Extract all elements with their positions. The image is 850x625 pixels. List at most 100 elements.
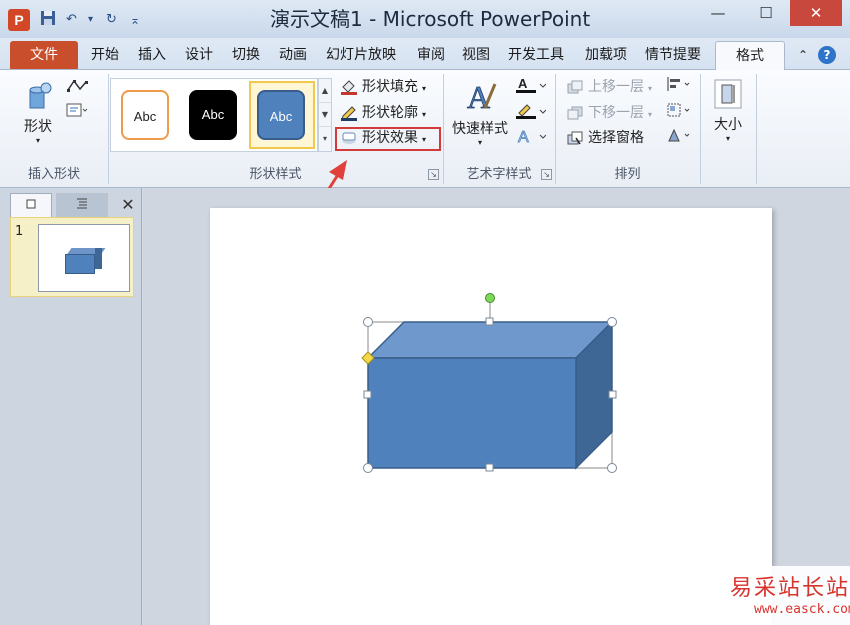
panel-tabs: ✕	[10, 193, 140, 217]
shapes-dropdown-icon: ▾	[35, 136, 40, 145]
arrange-group-label: 排列	[614, 167, 641, 182]
group-objects-icon	[667, 103, 690, 117]
tab-review[interactable]: 审阅	[417, 44, 445, 66]
resize-handle-top[interactable]	[485, 317, 494, 326]
rotation-handle[interactable]	[485, 293, 495, 303]
shape-outline-button[interactable]: 形状轮廓 ▾	[340, 102, 426, 124]
selection-pane-label: 选择窗格	[588, 130, 644, 146]
text-outline-button[interactable]	[516, 102, 547, 124]
minimize-ribbon-icon[interactable]: ⌃	[794, 46, 812, 64]
undo-icon[interactable]: ↶	[66, 10, 77, 30]
tab-transitions[interactable]: 切换	[232, 44, 260, 66]
thumb-cube-side	[95, 248, 102, 269]
pencil-outline-icon	[341, 106, 357, 121]
align-icon	[667, 77, 690, 91]
resize-handle-bottom-left[interactable]	[363, 463, 373, 473]
title-bar: P ↶ ▾ ↻ ⌅ 演示文稿1 - Microsoft PowerPoint —…	[0, 0, 850, 38]
slide-thumbnail-selected[interactable]: 1	[10, 217, 134, 297]
tab-design[interactable]: 设计	[185, 44, 213, 66]
help-icon[interactable]: ?	[818, 46, 836, 64]
send-backward-icon	[567, 106, 583, 120]
tab-format[interactable]: 格式	[715, 41, 785, 71]
tab-insert[interactable]: 插入	[138, 44, 166, 66]
size-dropdown-icon: ▾	[725, 134, 730, 143]
svg-text:A: A	[467, 79, 490, 114]
bring-forward-button[interactable]: 上移一层 ▾	[566, 76, 652, 98]
size-button[interactable]: 大小 ▾	[708, 78, 748, 143]
shapes-button[interactable]: 形状 ▾	[18, 80, 58, 145]
shape-fill-button[interactable]: 形状填充 ▾	[340, 76, 426, 98]
send-backward-button[interactable]: 下移一层 ▾	[566, 102, 652, 124]
resize-handle-bottom-right[interactable]	[607, 463, 617, 473]
tab-addins[interactable]: 加载项	[585, 44, 627, 66]
window-title: 演示文稿1 - Microsoft PowerPoint	[270, 7, 591, 31]
resize-handle-right[interactable]	[608, 390, 617, 399]
slides-view-icon	[26, 199, 36, 209]
slides-panel: ✕ 1	[0, 188, 142, 625]
resize-handle-top-right[interactable]	[607, 317, 617, 327]
tab-view[interactable]: 视图	[462, 44, 490, 66]
paint-bucket-icon	[341, 80, 357, 95]
save-icon[interactable]	[40, 10, 56, 30]
customize-qat-icon[interactable]: ⌅	[130, 10, 140, 30]
powerpoint-app-icon[interactable]: P	[8, 9, 30, 31]
outline-view-icon	[77, 198, 87, 209]
quick-styles-dropdown-icon: ▾	[477, 138, 482, 147]
shape-fill-dropdown-icon: ▾	[422, 84, 427, 93]
wordart-launcher-icon[interactable]: ↘	[541, 169, 552, 180]
slide-number: 1	[15, 224, 24, 239]
edit-points-icon	[67, 79, 88, 92]
tab-outline[interactable]	[56, 193, 108, 217]
cube-front-face	[367, 357, 577, 469]
bring-forward-label: 上移一层	[588, 79, 644, 95]
send-backward-label: 下移一层	[588, 105, 644, 121]
tab-slideshow[interactable]: 幻灯片放映	[326, 44, 396, 66]
quick-styles-button[interactable]: A 快速样式 ▾	[448, 78, 512, 147]
bring-forward-icon	[567, 80, 583, 94]
gallery-down-icon[interactable]: ▼	[319, 103, 331, 127]
rotate-button[interactable]	[666, 127, 692, 149]
text-outline-icon	[516, 104, 547, 119]
svg-text:A: A	[518, 76, 528, 91]
resize-handle-top-left[interactable]	[363, 317, 373, 327]
resize-handle-left[interactable]	[363, 390, 372, 399]
insert-shapes-group-label: 插入形状	[27, 167, 80, 182]
shape-styles-gallery: Abc Abc Abc	[110, 78, 318, 152]
selection-pane-button[interactable]: 选择窗格	[566, 127, 644, 149]
cube-shape[interactable]	[360, 290, 620, 480]
maximize-button[interactable]: ☐	[748, 0, 784, 26]
text-fill-icon: A	[516, 76, 547, 93]
minimize-button[interactable]: —	[700, 0, 736, 26]
shape-style-swatch-black[interactable]: Abc	[189, 90, 237, 140]
tab-storyboard[interactable]: 情节提要	[645, 44, 701, 66]
shapes-icon	[29, 82, 52, 109]
send-backward-dropdown-icon: ▾	[648, 110, 653, 119]
watermark-title: 易采站长站	[730, 576, 850, 601]
align-button[interactable]	[666, 76, 692, 98]
slide-thumbnail[interactable]	[38, 224, 130, 292]
text-fill-button[interactable]: A	[516, 76, 547, 98]
gallery-up-icon[interactable]: ▲	[319, 79, 331, 103]
tab-file[interactable]: 文件	[10, 41, 78, 69]
close-panel-icon[interactable]: ✕	[118, 193, 138, 217]
shape-style-swatch-orange-outline[interactable]: Abc	[121, 90, 169, 140]
undo-dropdown-icon[interactable]: ▾	[88, 10, 93, 30]
shape-style-swatch-blue[interactable]: Abc	[257, 90, 305, 140]
resize-handle-bottom[interactable]	[485, 463, 494, 472]
shape-styles-launcher-icon[interactable]: ↘	[428, 169, 439, 180]
gallery-scroll[interactable]: ▲ ▼ ▾	[318, 78, 332, 152]
watermark-url: www.easck.com	[754, 602, 850, 617]
tab-slides[interactable]	[10, 193, 52, 217]
redo-icon[interactable]: ↻	[106, 10, 117, 30]
text-effects-button[interactable]: A	[516, 127, 547, 149]
gallery-more-icon[interactable]: ▾	[319, 127, 331, 151]
tab-developer[interactable]: 开发工具	[508, 44, 564, 66]
text-box-button[interactable]	[66, 102, 88, 124]
edit-shape-button[interactable]	[66, 78, 88, 100]
close-button[interactable]: ✕	[790, 0, 842, 26]
shape-fill-label: 形状填充	[362, 79, 418, 95]
tab-animations[interactable]: 动画	[279, 44, 307, 66]
group-button[interactable]	[666, 102, 692, 124]
tab-home[interactable]: 开始	[91, 44, 119, 66]
size-label: 大小	[714, 117, 742, 133]
